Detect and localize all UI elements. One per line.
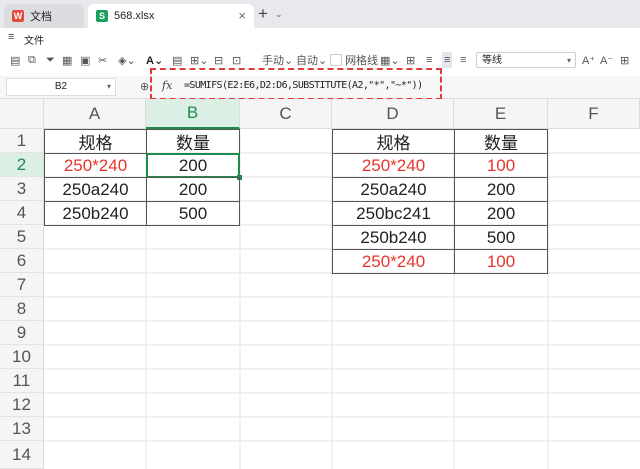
close-icon[interactable]: ×	[238, 8, 246, 23]
row-header-8[interactable]: 8	[0, 297, 44, 321]
cell-e2[interactable]: 100	[454, 153, 548, 178]
row-header-6[interactable]: 6	[0, 249, 44, 273]
copy-icon[interactable]: ⧉	[28, 52, 36, 68]
cell-e6[interactable]: 100	[454, 249, 548, 274]
tab-file[interactable]: S 568.xlsx ×	[88, 4, 254, 28]
cell-d1[interactable]: 规格	[332, 129, 455, 154]
tab-home[interactable]: W 文档	[4, 4, 84, 28]
cell-a1[interactable]: 规格	[44, 129, 147, 154]
row-header-14[interactable]: 14	[0, 441, 44, 469]
chevron-down-icon[interactable]: ⌄	[275, 9, 283, 20]
chevron-down-icon: ▾	[566, 56, 571, 65]
cell-d6[interactable]: 250*240	[332, 249, 455, 274]
row-header-2[interactable]: 2	[0, 153, 44, 177]
row-header-11[interactable]: 11	[0, 369, 44, 393]
paste-icon[interactable]: ▤	[10, 52, 20, 68]
menu-bar: ≡ 文件	[0, 28, 640, 47]
tab-bar: W 文档 S 568.xlsx × + ⌄	[0, 0, 640, 28]
chevron-down-icon: ▾	[106, 82, 111, 91]
cut-icon[interactable]: ✂	[98, 52, 107, 68]
auto-button[interactable]: 自动 ⌄	[296, 52, 327, 68]
cell-d2[interactable]: 250*240	[332, 153, 455, 178]
row-header-4[interactable]: 4	[0, 201, 44, 225]
font-name: 等线	[482, 55, 502, 66]
row-header-9[interactable]: 9	[0, 321, 44, 345]
formula-highlight-annotation	[150, 68, 442, 100]
tab-home-label: 文档	[30, 11, 52, 23]
column-header-f[interactable]: F	[548, 99, 640, 129]
cell-a3[interactable]: 250a240	[44, 177, 147, 202]
cell-d5[interactable]: 250b240	[332, 225, 455, 250]
column-header-b[interactable]: B	[146, 99, 240, 129]
fill-color-icon[interactable]: ◈⌄	[118, 52, 136, 68]
row-header-7[interactable]: 7	[0, 273, 44, 297]
gridlines-label: 网格线	[345, 55, 379, 67]
cell-d4[interactable]: 250bc241	[332, 201, 455, 226]
align-center-icon[interactable]: ≡	[442, 52, 453, 68]
wrap-icon[interactable]: ⊡	[232, 52, 241, 68]
font-size-up-icon[interactable]: A⁺	[582, 52, 595, 68]
manual-label: 手动	[262, 55, 284, 67]
cell-e4[interactable]: 200	[454, 201, 548, 226]
cell-b3[interactable]: 200	[146, 177, 240, 202]
auto-label: 自动	[296, 55, 318, 67]
cell-e1[interactable]: 数量	[454, 129, 548, 154]
cell-a4[interactable]: 250b240	[44, 201, 147, 226]
align-left-icon[interactable]: ≡	[426, 52, 432, 68]
manual-button[interactable]: 手动 ⌄	[262, 52, 293, 68]
menu-file[interactable]: 文件	[24, 32, 44, 47]
column-header-a[interactable]: A	[44, 99, 146, 129]
zoom-icon[interactable]: ⊕	[140, 80, 149, 93]
cell-a2[interactable]: 250*240	[44, 153, 147, 178]
align-icon[interactable]: ⊞	[406, 52, 415, 68]
row-header-3[interactable]: 3	[0, 177, 44, 201]
layout-icon[interactable]: ▦⌄	[380, 52, 400, 68]
tab-file-label: 568.xlsx	[114, 10, 155, 22]
font-select[interactable]: 等线 ▾	[476, 52, 576, 68]
font-color-icon[interactable]: A⌄	[146, 52, 163, 68]
row-header-12[interactable]: 12	[0, 393, 44, 417]
freeze-icon[interactable]: ▣	[80, 52, 90, 68]
column-header-d[interactable]: D	[332, 99, 454, 129]
column-header-c[interactable]: C	[240, 99, 332, 129]
merge-icon[interactable]: ⊟	[214, 52, 223, 68]
select-all-corner[interactable]	[0, 99, 44, 129]
row-header-13[interactable]: 13	[0, 417, 44, 441]
filter-icon[interactable]: ⏷	[46, 52, 55, 68]
column-header-e[interactable]: E	[454, 99, 548, 129]
more-icon[interactable]: ⊞	[620, 52, 629, 68]
gridlines-toggle[interactable]: 网格线	[330, 52, 378, 68]
spreadsheet-icon: S	[96, 10, 108, 22]
align-right-icon[interactable]: ≡	[460, 52, 466, 68]
cell-e3[interactable]: 200	[454, 177, 548, 202]
row-header-5[interactable]: 5	[0, 225, 44, 249]
row-header-1[interactable]: 1	[0, 129, 44, 153]
name-box[interactable]: B2 ▾	[6, 78, 116, 96]
cell-b4[interactable]: 500	[146, 201, 240, 226]
cell-e5[interactable]: 500	[454, 225, 548, 250]
cell-b1[interactable]: 数量	[146, 129, 240, 154]
document-app-icon: W	[12, 10, 24, 22]
font-size-down-icon[interactable]: A⁻	[600, 52, 613, 68]
cell-reference: B2	[54, 81, 68, 92]
checkbox-icon	[330, 54, 342, 66]
format-icon[interactable]: ▤	[172, 52, 182, 68]
cell-b2-selected[interactable]: 200	[146, 153, 240, 178]
new-tab-icon[interactable]: +	[258, 4, 268, 24]
cell-d3[interactable]: 250a240	[332, 177, 455, 202]
row-header-10[interactable]: 10	[0, 345, 44, 369]
border-icon[interactable]: ⊞⌄	[190, 52, 208, 68]
table-icon[interactable]: ▦	[62, 52, 72, 68]
menu-icon[interactable]: ≡	[8, 31, 14, 43]
